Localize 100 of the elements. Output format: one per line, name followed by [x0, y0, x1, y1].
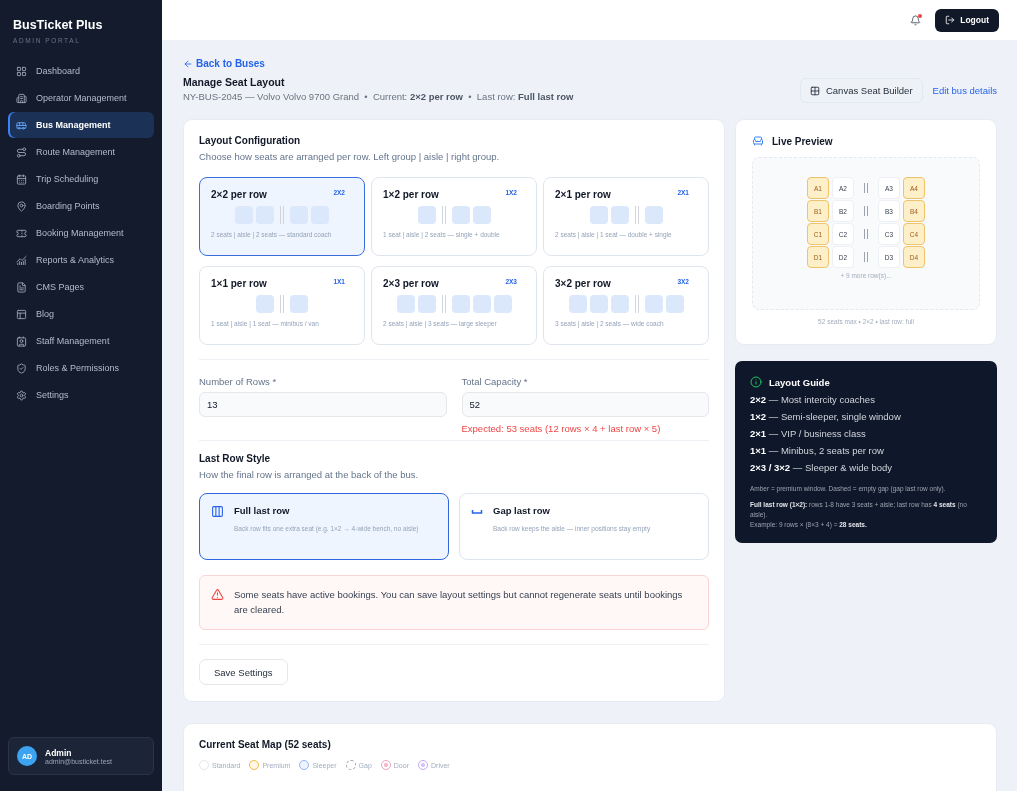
aisle-icon [441, 295, 446, 313]
grid-icon [809, 85, 820, 96]
grid-icon [16, 65, 27, 77]
user-name: Admin [45, 747, 73, 758]
nav-item[interactable]: Reports & Analytics [8, 247, 154, 273]
aisle-icon [864, 229, 868, 239]
info-icon [750, 376, 762, 388]
seat-icon [644, 206, 663, 224]
option-label: 2×2 per row [211, 189, 267, 200]
nav-item[interactable]: CMS Pages [8, 274, 154, 300]
notification-bell[interactable] [910, 14, 922, 26]
nav-item[interactable]: Staff Management [8, 328, 154, 354]
guide-item: 2×3 / 3×2 — Sleeper & wide body [750, 462, 894, 473]
capacity-input[interactable]: 52 [461, 392, 709, 417]
nav-item[interactable]: Blog [8, 301, 154, 327]
seat-map-title: Current Seat Map (52 seats) [199, 739, 332, 750]
aisle-icon [441, 206, 446, 224]
legend-swatch-icon [249, 760, 260, 770]
warning-text: Some seats have active bookings. You can save layout settings but cannot regenerate seats until bookings are cleared. [234, 588, 684, 617]
seat-icon [589, 295, 608, 313]
section-description: Choose how seats are arranged per row. Left group | aisle | right group. [199, 151, 501, 162]
nav-item[interactable]: Booking Management [8, 220, 154, 246]
seat-icon [396, 295, 415, 313]
aisle-icon [864, 252, 868, 262]
guide-item: 1×1 — Minibus, 2 seats per row [750, 445, 885, 456]
map-pin-icon [16, 200, 27, 212]
rows-input[interactable]: 13 [199, 392, 447, 417]
legend-swatch-icon [299, 760, 310, 770]
nav-item[interactable]: Route Management [8, 139, 154, 165]
page-subtitle: NY-BUS-2045 — Volvo Volvo 9700 Grand • Current: 2×2 per row • Last row: Full last row [183, 91, 574, 102]
seat-icon [493, 295, 512, 313]
guide-item: 2×2 — Most intercity coaches [750, 394, 876, 405]
columns-icon [211, 505, 224, 518]
seat-icon [417, 206, 436, 224]
id-card-icon [16, 335, 27, 347]
seat-icon [451, 295, 470, 313]
seat-icon [472, 295, 491, 313]
guide-item: 2×1 — VIP / business class [750, 428, 867, 439]
option-label: 1×1 per row [211, 278, 267, 289]
seat-icon [610, 295, 629, 313]
section-description: How the final row is arranged at the back of the bus. [199, 469, 420, 480]
option-label: 1×2 per row [383, 189, 439, 200]
nav-item[interactable]: Settings [8, 382, 154, 408]
seat-icon [644, 295, 663, 313]
bell-icon [910, 14, 922, 26]
nav-item[interactable]: Operator Management [8, 85, 154, 111]
option-label: Gap last row [493, 505, 551, 516]
seat-icon [589, 206, 608, 224]
logout-icon [945, 15, 956, 25]
seat-icon [256, 295, 274, 313]
field-label: Number of Rows * [199, 376, 278, 387]
seat-icon [290, 295, 308, 313]
arrow-left-icon [183, 58, 193, 69]
seat-icon [665, 295, 684, 313]
calendar-icon [16, 173, 27, 185]
nav-item[interactable]: Boarding Points [8, 193, 154, 219]
aisle-icon [634, 206, 639, 224]
option-label: 2×3 per row [383, 278, 439, 289]
section-title: Last Row Style [199, 453, 272, 464]
seat-icon [417, 295, 436, 313]
ticket-icon [16, 227, 27, 239]
guide-item: 1×2 — Semi-sleeper, single window [750, 411, 902, 422]
warning-icon [211, 588, 224, 601]
seat-icon [451, 206, 470, 224]
guide-title: Layout Guide [769, 376, 830, 388]
logout-button[interactable]: Logout [935, 8, 999, 32]
layout-icon [16, 308, 27, 320]
seat-icon [610, 206, 629, 224]
legend-swatch-icon [380, 760, 391, 770]
option-label: Full last row [234, 505, 291, 516]
aisle-icon [634, 295, 639, 313]
aisle-icon [864, 183, 868, 193]
aisle-icon [280, 206, 284, 224]
option-label: 3×2 per row [555, 278, 611, 289]
edit-bus-link[interactable]: Edit bus details [932, 85, 997, 96]
field-label: Total Capacity * [461, 376, 529, 387]
nav-item[interactable]: Trip Scheduling [8, 166, 154, 192]
bus-icon [16, 119, 27, 131]
save-settings-button[interactable]: Save Settings [199, 659, 288, 685]
nav-item[interactable]: Bus Management [8, 112, 154, 138]
aisle-icon [864, 206, 868, 216]
chart-icon [16, 254, 27, 266]
shield-icon [16, 362, 27, 374]
seat-icon [568, 295, 587, 313]
back-link[interactable]: Back to Buses [183, 58, 265, 69]
section-title: Layout Configuration [199, 135, 302, 146]
canvas-builder-button[interactable]: Canvas Seat Builder [799, 78, 923, 103]
page-title: Manage Seat Layout [183, 76, 286, 88]
error-message: Expected: 53 seats (12 rows × 4 + last row × 5) [461, 423, 662, 434]
legend-swatch-icon [418, 760, 428, 770]
building-icon [16, 92, 27, 104]
settings-icon [16, 389, 27, 401]
document-icon [16, 281, 27, 293]
preview-title: Live Preview [772, 135, 833, 147]
option-label: 2×1 per row [555, 189, 611, 200]
brand-name: BusTicket Plus [12, 18, 104, 32]
seat-icon [752, 135, 764, 147]
nav-item[interactable]: Roles & Permissions [8, 355, 154, 381]
nav-item[interactable]: Dashboard [8, 58, 154, 84]
seat-icon [472, 206, 491, 224]
